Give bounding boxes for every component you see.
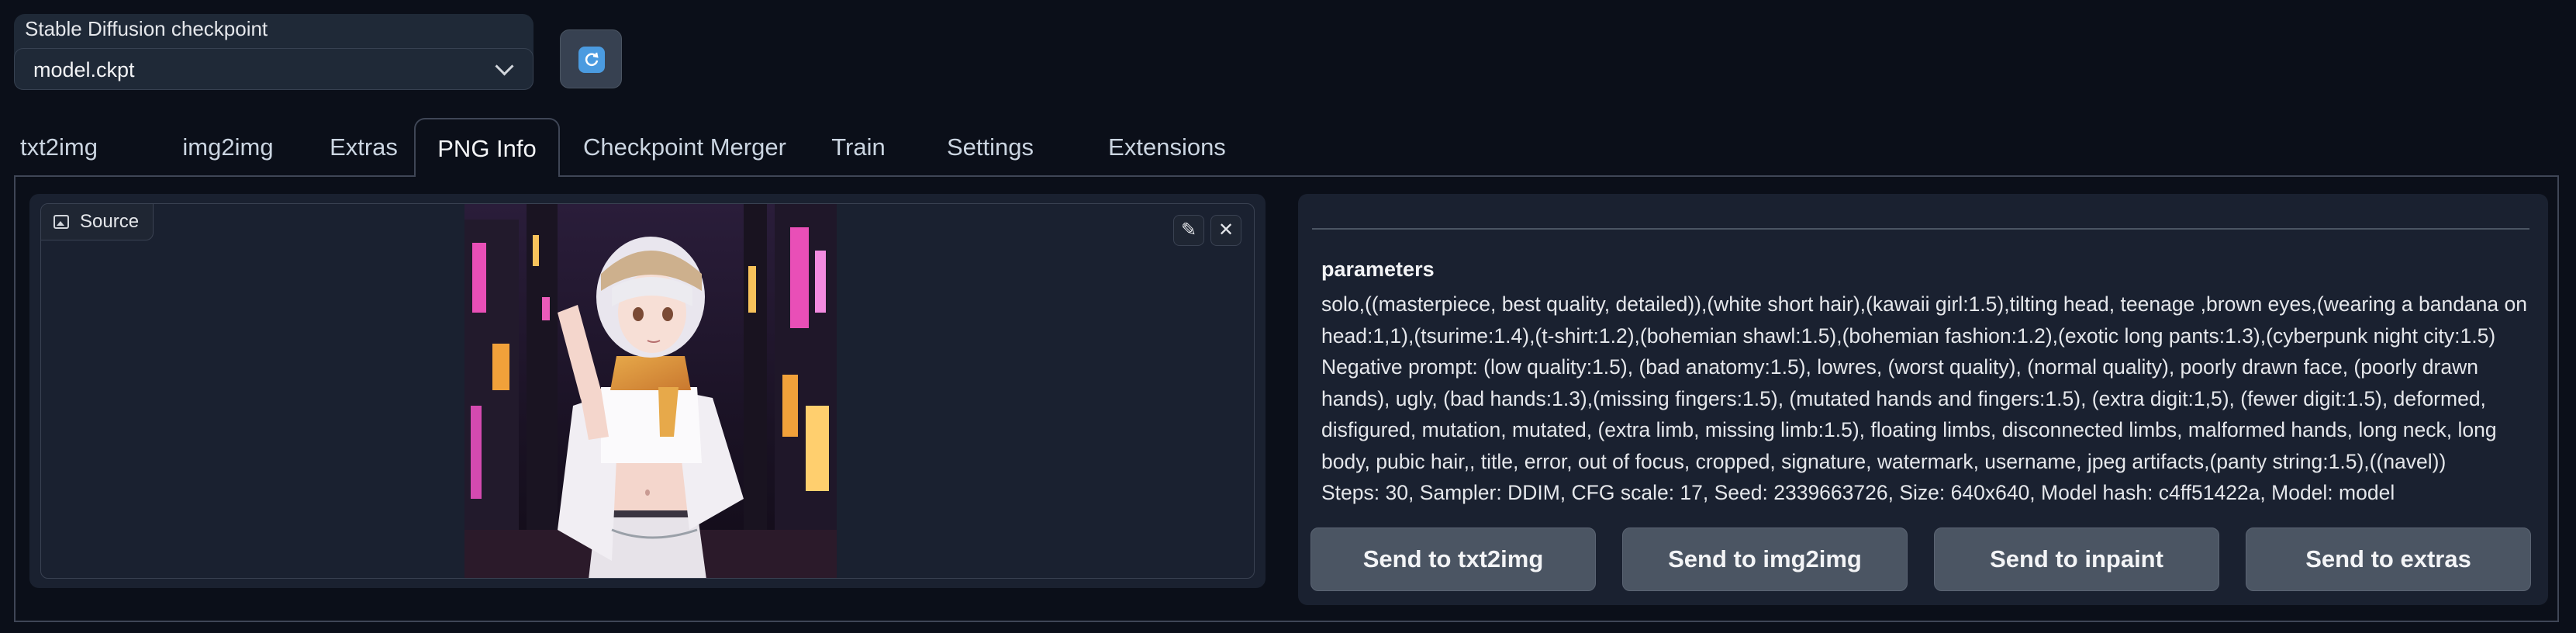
tab-txt2img[interactable]: txt2img [17, 118, 101, 177]
tab-extras[interactable]: Extras [321, 118, 406, 177]
source-artwork [464, 204, 837, 578]
refresh-icon [578, 47, 605, 73]
tab-train[interactable]: Train [824, 118, 893, 177]
checkpoint-dropdown[interactable]: model.ckpt [14, 48, 534, 90]
image-tools: ✎ ✕ [1173, 215, 1241, 246]
send-to-inpaint-button[interactable]: Send to inpaint [1934, 528, 2219, 591]
source-label: Source [80, 211, 140, 232]
close-icon[interactable]: ✕ [1210, 215, 1241, 246]
pencil-icon[interactable]: ✎ [1173, 215, 1204, 246]
checkpoint-label: Stable Diffusion checkpoint [25, 17, 268, 40]
send-to-extras-button[interactable]: Send to extras [2246, 528, 2531, 591]
generation-info-panel: parameters solo,((masterpiece, best qual… [1298, 194, 2548, 605]
send-to-txt2img-button[interactable]: Send to txt2img [1310, 528, 1596, 591]
source-badge: Source [41, 204, 154, 240]
chevron-down-icon [495, 57, 514, 76]
checkpoint-value: model.ckpt [33, 58, 135, 81]
parameters-heading: parameters [1321, 258, 1435, 281]
refresh-checkpoint-button[interactable] [560, 29, 622, 88]
generation-settings: Steps: 30, Sampler: DDIM, CFG scale: 17,… [1321, 481, 2395, 504]
image-upload-area[interactable]: Source ✎ ✕ [40, 203, 1255, 579]
tab-extensions[interactable]: Extensions [1084, 118, 1250, 177]
image-icon [54, 215, 69, 229]
negative-prompt: Negative prompt: (low quality:1.5), (bad… [1321, 355, 2502, 473]
tab-png-info[interactable]: PNG Info [414, 118, 560, 177]
positive-prompt: solo,((masterpiece, best quality, detail… [1321, 292, 2533, 348]
info-divider [1312, 228, 2529, 230]
source-image-panel: Source ✎ ✕ [29, 194, 1266, 588]
checkpoint-selector: Stable Diffusion checkpoint model.ckpt [14, 14, 534, 90]
parameters-text: solo,((masterpiece, best quality, detail… [1321, 289, 2539, 509]
tab-checkpoint-merger[interactable]: Checkpoint Merger [583, 118, 786, 177]
send-to-img2img-button[interactable]: Send to img2img [1622, 528, 1908, 591]
tab-img2img[interactable]: img2img [172, 118, 284, 177]
tab-settings[interactable]: Settings [931, 118, 1050, 177]
